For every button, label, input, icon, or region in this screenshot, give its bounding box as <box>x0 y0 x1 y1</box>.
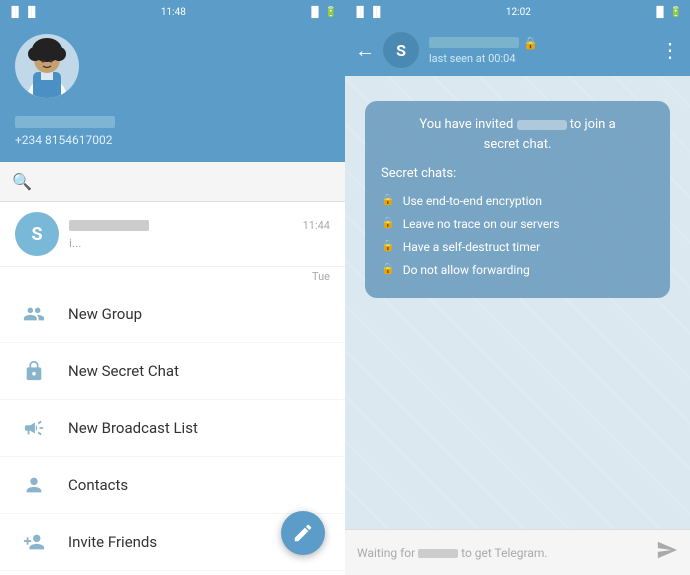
lock-icon <box>20 357 48 385</box>
feature-encryption: 🔒 Use end-to-end encryption <box>381 192 654 210</box>
menu-item-contacts[interactable]: Contacts <box>0 457 345 514</box>
profile-phone: +234 8154617002 <box>15 133 330 147</box>
more-options-button[interactable]: ⋮ <box>660 38 680 62</box>
chat-input-area: Waiting for to get Telegram. <box>345 529 690 575</box>
left-panel: ▐▌ ▐▌ 11:48 ▐▌ 🔋 <box>0 0 345 575</box>
left-header: +234 8154617002 <box>0 24 345 162</box>
menu-label-invite-friends: Invite Friends <box>68 533 157 551</box>
feature-lock-1: 🔒 <box>381 192 395 209</box>
right-status-left: ▐▌ ▐▌ <box>353 7 384 18</box>
chat-day: Tue <box>0 267 345 286</box>
chat-header-name-row: 🔒 <box>429 36 660 50</box>
send-button[interactable] <box>656 539 678 566</box>
status-bar-right: ▐▌ ▐▌ 12:02 ▐▌ 🔋 <box>345 0 690 24</box>
avatar <box>15 34 79 98</box>
chat-header-name-blurred <box>429 37 519 48</box>
chat-header-status: last seen at 00:04 <box>429 52 660 65</box>
menu-item-new-secret-chat[interactable]: New Secret Chat <box>0 343 345 400</box>
feature-no-forward: 🔒 Do not allow forwarding <box>381 261 654 279</box>
group-icon <box>20 300 48 328</box>
right-status-battery: ▐▌ 🔋 <box>653 7 682 18</box>
left-status-left: ▐▌ ▐▌ <box>8 7 39 18</box>
search-icon: 🔍 <box>12 172 32 191</box>
contacts-icon <box>20 471 48 499</box>
chat-preview-name <box>69 220 149 231</box>
status-bar-left: ▐▌ ▐▌ 11:48 ▐▌ 🔋 <box>0 0 345 24</box>
left-status-time: 11:48 <box>161 7 186 18</box>
menu-item-new-broadcast[interactable]: New Broadcast List <box>0 400 345 457</box>
avatar-area <box>15 34 330 98</box>
chat-preview-msg: i... <box>69 236 330 250</box>
feature-lock-3: 🔒 <box>381 238 395 255</box>
menu-item-settings[interactable]: Settings <box>0 571 345 575</box>
menu-label-new-group: New Group <box>68 305 142 323</box>
secret-chats-title: Secret chats: <box>381 164 654 184</box>
menu-item-new-group[interactable]: New Group <box>0 286 345 343</box>
right-panel: ▐▌ ▐▌ 12:02 ▐▌ 🔋 ← S 🔒 last seen at 00:0… <box>345 0 690 575</box>
feature-self-destruct: 🔒 Have a self-destruct timer <box>381 238 654 256</box>
chat-preview-item[interactable]: S 11:44 i... <box>0 202 345 267</box>
chat-lock-icon: 🔒 <box>523 36 538 50</box>
right-status-time: 12:02 <box>506 7 531 18</box>
invite-icon <box>20 528 48 556</box>
chat-preview-info: 11:44 i... <box>69 219 330 250</box>
left-status-right: ▐▌ 🔋 <box>308 7 337 18</box>
back-button[interactable]: ← <box>355 38 375 63</box>
chat-messages-area[interactable]: You have invited to join asecret chat. S… <box>345 76 690 529</box>
menu-label-contacts: Contacts <box>68 476 128 494</box>
profile-name <box>15 116 115 128</box>
feature-no-trace: 🔒 Leave no trace on our servers <box>381 215 654 233</box>
feature-lock-2: 🔒 <box>381 215 395 232</box>
waiting-text: Waiting for to get Telegram. <box>357 546 656 560</box>
broadcast-icon <box>20 414 48 442</box>
chat-header: ← S 🔒 last seen at 00:04 ⋮ <box>345 24 690 76</box>
chat-header-info: 🔒 last seen at 00:04 <box>429 36 660 65</box>
menu-label-new-secret-chat: New Secret Chat <box>68 362 179 380</box>
menu-label-new-broadcast: New Broadcast List <box>68 419 198 437</box>
invited-line: You have invited to join asecret chat. <box>381 115 654 154</box>
compose-fab[interactable] <box>281 511 325 555</box>
chat-preview-time: 11:44 <box>303 219 330 232</box>
info-bubble: You have invited to join asecret chat. S… <box>365 101 670 298</box>
feature-lock-4: 🔒 <box>381 261 395 278</box>
search-bar[interactable]: 🔍 <box>0 162 345 202</box>
chat-name-row: 11:44 <box>69 219 330 232</box>
chat-header-avatar: S <box>383 32 419 68</box>
profile-info: +234 8154617002 <box>15 116 330 147</box>
chat-preview-avatar: S <box>15 212 59 256</box>
